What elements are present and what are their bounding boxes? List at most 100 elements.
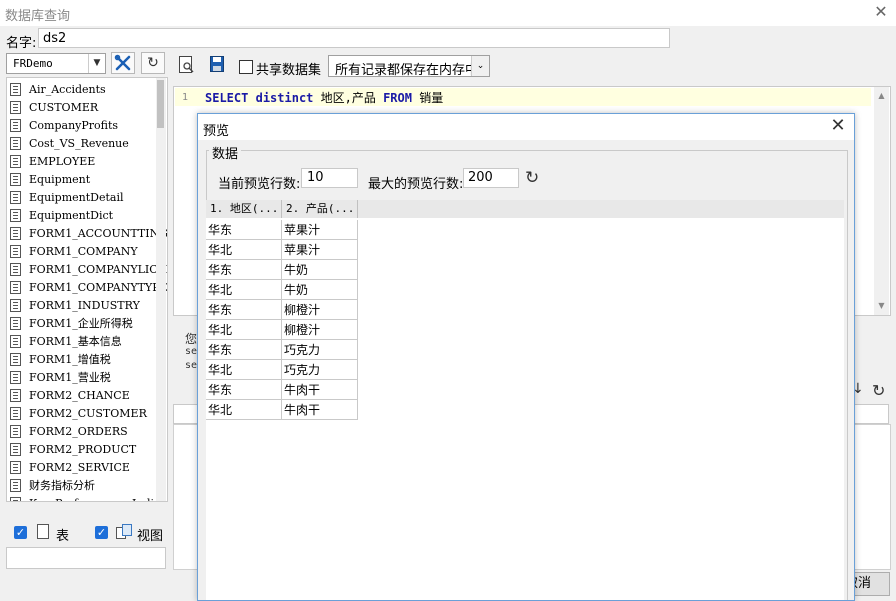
- column-header-region[interactable]: 1. 地区(...: [206, 200, 282, 218]
- save-button[interactable]: [210, 56, 226, 77]
- view-checkbox[interactable]: ✓: [95, 526, 108, 539]
- table-cell[interactable]: 柳橙汁: [282, 300, 358, 320]
- table-icon: [10, 245, 21, 258]
- share-dataset-checkbox[interactable]: [239, 60, 253, 74]
- tree-scrollbar-thumb[interactable]: [157, 80, 164, 128]
- table-list-item[interactable]: EMPLOYEE: [10, 153, 156, 171]
- dialog-title-bar: 预览 ✕: [198, 114, 854, 140]
- table-checkbox[interactable]: ✓: [14, 526, 27, 539]
- name-label: 名字:: [6, 36, 37, 51]
- save-icon: [210, 56, 224, 72]
- table-cell[interactable]: 华东: [206, 260, 282, 280]
- cache-mode-select[interactable]: 所有记录都保存在内存中 ⌄: [328, 55, 490, 78]
- refresh-icon: ↻: [147, 55, 159, 71]
- table-cell[interactable]: 华东: [206, 380, 282, 400]
- refresh-button[interactable]: ↻: [141, 52, 165, 74]
- table-list-item[interactable]: CompanyProfits: [10, 117, 156, 135]
- table-checkbox-label: 表: [56, 529, 70, 544]
- table-cell[interactable]: 牛奶: [282, 260, 358, 280]
- table-list-item[interactable]: Air_Accidents: [10, 81, 156, 99]
- table-icon: [10, 461, 21, 474]
- table-cell[interactable]: 牛奶: [282, 280, 358, 300]
- table-list-item[interactable]: FORM1_COMPANYTYPE: [10, 279, 167, 297]
- table-cell[interactable]: 华北: [206, 280, 282, 300]
- table-list-item-label: FORM2_CUSTOMER: [29, 407, 147, 420]
- grid-header: 1. 地区(... 2. 产品(...: [206, 200, 844, 218]
- table-list-item[interactable]: FORM2_ORDERS: [10, 423, 156, 441]
- filter-input[interactable]: [6, 547, 166, 569]
- table-list-item[interactable]: Equipment: [10, 171, 156, 189]
- table-cell[interactable]: 华北: [206, 360, 282, 380]
- table-list-item[interactable]: Key_Performance_Indi: [10, 495, 156, 501]
- table-icon: [10, 443, 21, 456]
- sql-text-segment: 销量: [411, 91, 444, 105]
- table-list-item[interactable]: FORM1_COMPANY: [10, 243, 156, 261]
- table-list-item-label: FORM2_CHANCE: [29, 389, 130, 402]
- table-list-item[interactable]: FORM1_营业税: [10, 369, 156, 387]
- title-bar: 数据库查询 ✕: [0, 0, 896, 26]
- table-icon: [10, 353, 21, 366]
- table-list-item-label: FORM2_ORDERS: [29, 425, 128, 438]
- table-list-item-label: FORM1_营业税: [29, 371, 111, 384]
- table-cell[interactable]: 华北: [206, 240, 282, 260]
- scroll-down-icon[interactable]: ▼: [874, 301, 889, 311]
- table-list-item[interactable]: FORM1_基本信息: [10, 333, 156, 351]
- sql-keyword: SELECT: [205, 91, 249, 105]
- table-list-item[interactable]: FORM1_增值税: [10, 351, 156, 369]
- table-cell[interactable]: 华北: [206, 400, 282, 420]
- table-list-item[interactable]: FORM1_INDUSTRY: [10, 297, 156, 315]
- table-cell[interactable]: 苹果汁: [282, 240, 358, 260]
- max-rows-input[interactable]: 200: [463, 168, 519, 188]
- table-list-item[interactable]: 财务指标分析: [10, 477, 156, 495]
- table-list-item[interactable]: CUSTOMER: [10, 99, 156, 117]
- close-icon[interactable]: ✕: [872, 3, 890, 21]
- table-list-item-label: FORM1_COMPANYTYPE: [29, 281, 168, 294]
- table-icon: [10, 281, 21, 294]
- table-list-item[interactable]: FORM2_PRODUCT: [10, 441, 156, 459]
- table-list-item-label: FORM2_PRODUCT: [29, 443, 137, 456]
- table-cell[interactable]: 华北: [206, 320, 282, 340]
- table-list-item[interactable]: FORM1_企业所得税: [10, 315, 156, 333]
- column-header-product[interactable]: 2. 产品(...: [282, 200, 358, 218]
- current-rows-input[interactable]: 10: [301, 168, 358, 188]
- editor-scrollbar[interactable]: [874, 87, 889, 315]
- table-cell[interactable]: 华东: [206, 300, 282, 320]
- refresh-icon[interactable]: ↻: [525, 168, 539, 188]
- table-icon: [10, 407, 21, 420]
- table-list-item[interactable]: EquipmentDict: [10, 207, 156, 225]
- refresh-icon[interactable]: ↻: [872, 381, 885, 400]
- table-cell[interactable]: 巧克力: [282, 360, 358, 380]
- table-icon: [10, 335, 21, 348]
- table-list-item-label: FORM1_ACCOUNTTINGSYSTE: [29, 227, 167, 240]
- table-cell[interactable]: 巧克力: [282, 340, 358, 360]
- table-icon: [10, 83, 21, 96]
- name-input[interactable]: [38, 28, 670, 48]
- table-cell[interactable]: 华东: [206, 220, 282, 240]
- table-cell[interactable]: 牛肉干: [282, 400, 358, 420]
- table-tree[interactable]: Air_Accidents CUSTOMER CompanyProfits Cost_…: [6, 77, 168, 502]
- table-list-item-label: CompanyProfits: [29, 119, 119, 132]
- table-list-item-label: Equipment: [29, 173, 91, 186]
- table-list-item[interactable]: Cost_VS_Revenue: [10, 135, 156, 153]
- preview-button[interactable]: [179, 56, 195, 77]
- scroll-up-icon[interactable]: ▲: [874, 91, 889, 101]
- table-cell[interactable]: 苹果汁: [282, 220, 358, 240]
- table-list-item[interactable]: FORM2_SERVICE: [10, 459, 156, 477]
- table-list-item[interactable]: EquipmentDetail: [10, 189, 156, 207]
- table-list-item[interactable]: FORM2_CHANCE: [10, 387, 156, 405]
- line-number: 1: [182, 92, 189, 103]
- table-cell[interactable]: 华东: [206, 340, 282, 360]
- table-list-item[interactable]: FORM1_COMPANYLICENSE: [10, 261, 167, 279]
- view-icon: [116, 524, 132, 539]
- table-icon: [10, 425, 21, 438]
- tree-scrollbar[interactable]: [156, 78, 166, 501]
- database-select[interactable]: FRDemo ▼: [6, 53, 106, 74]
- close-icon[interactable]: ✕: [828, 116, 848, 136]
- table-cell[interactable]: 柳橙汁: [282, 320, 358, 340]
- table-icon: [10, 317, 21, 330]
- table-list-item[interactable]: FORM2_CUSTOMER: [10, 405, 156, 423]
- table-icon: [10, 497, 21, 501]
- tools-button[interactable]: [111, 52, 135, 74]
- table-cell[interactable]: 牛肉干: [282, 380, 358, 400]
- table-list-item[interactable]: FORM1_ACCOUNTTINGSYSTE: [10, 225, 167, 243]
